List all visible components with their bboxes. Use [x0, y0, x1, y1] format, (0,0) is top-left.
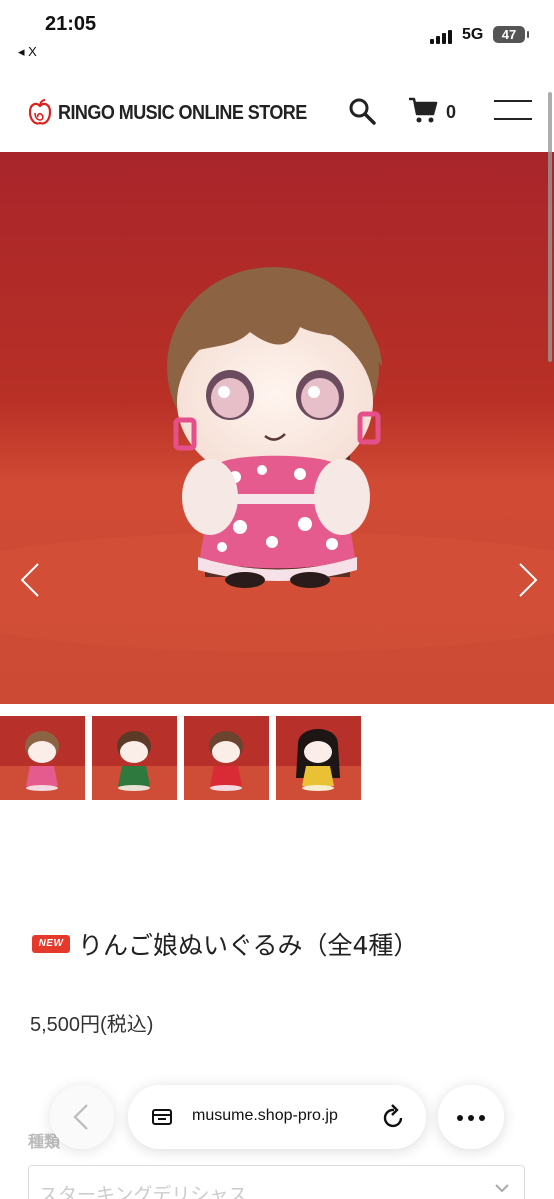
chevron-left-icon[interactable] — [18, 562, 42, 598]
product-title: NEW りんご娘ぬいぐるみ（全4種） — [32, 926, 418, 962]
product-name: りんご娘ぬいぐるみ（全4種） — [78, 931, 419, 960]
chevron-right-icon[interactable] — [516, 562, 540, 598]
page-scrollbar[interactable] — [548, 92, 552, 362]
chevron-down-icon — [495, 1184, 509, 1193]
store-name: RINGO MUSIC ONLINE STORE — [58, 101, 307, 124]
new-badge: NEW — [32, 935, 70, 953]
product-main-image[interactable] — [0, 152, 554, 704]
cart-count[interactable]: 0 — [446, 102, 456, 123]
network-type: 5G — [462, 26, 484, 43]
status-bar: 21:05 ◂ X 5G 47 — [0, 0, 554, 59]
plush-doll-photo — [0, 152, 554, 704]
variant-select[interactable]: スターキングデリシャス — [28, 1165, 525, 1199]
battery-level: 47 — [501, 27, 517, 42]
status-time: 21:05 — [45, 13, 97, 35]
chevron-left-icon — [73, 1104, 88, 1130]
cellular-signal-icon — [430, 28, 456, 44]
product-price: 5,500円(税込) — [30, 1014, 154, 1036]
variant-selected-value: スターキングデリシャス — [39, 1184, 248, 1199]
search-icon[interactable] — [348, 97, 376, 125]
address-bar[interactable]: musume.shop-pro.jp — [128, 1085, 426, 1149]
url-text: musume.shop-pro.jp — [192, 1107, 338, 1124]
thumbnail-1[interactable] — [0, 716, 85, 800]
thumbnail-strip — [0, 716, 368, 800]
site-header: RINGO MUSIC ONLINE STORE 0 — [0, 80, 554, 150]
battery-icon: 47 — [493, 26, 529, 43]
apple-logo-icon — [28, 99, 52, 125]
store-logo[interactable]: RINGO MUSIC ONLINE STORE — [28, 99, 334, 127]
browser-back-button[interactable] — [50, 1085, 114, 1149]
hamburger-menu-icon[interactable] — [494, 98, 532, 122]
tabs-icon[interactable] — [150, 1105, 174, 1129]
thumbnail-2[interactable] — [92, 716, 177, 800]
reload-icon[interactable] — [382, 1104, 406, 1130]
thumbnail-4[interactable] — [276, 716, 361, 800]
back-to-app-link[interactable]: ◂ X — [18, 44, 37, 60]
more-options-button[interactable] — [438, 1085, 504, 1149]
thumbnail-3[interactable] — [184, 716, 269, 800]
cart-icon[interactable] — [408, 96, 438, 124]
